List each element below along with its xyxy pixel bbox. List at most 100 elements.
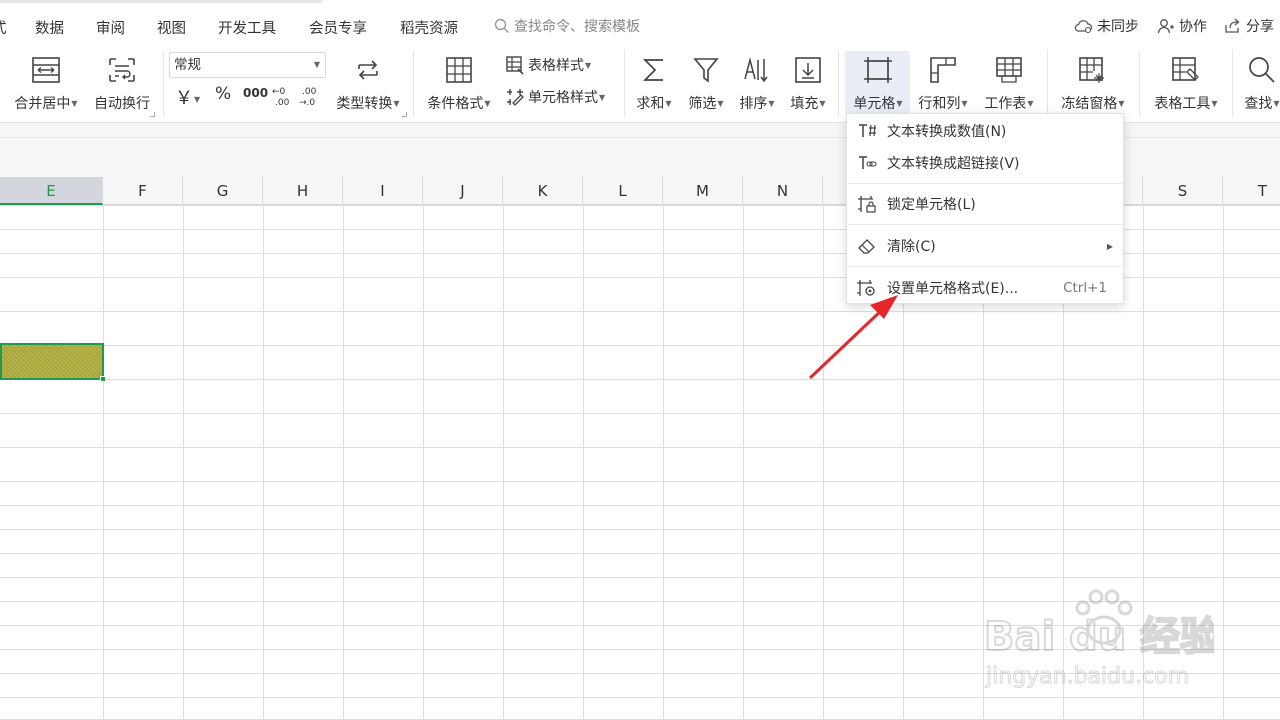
menu-item-clear[interactable]: 清除(C) ▶ <box>847 231 1123 261</box>
column-header[interactable]: G <box>183 177 263 205</box>
column-header[interactable]: E <box>0 177 103 205</box>
column-header[interactable]: H <box>263 177 343 205</box>
chevron-down-icon: ▼ <box>393 99 400 108</box>
collab-label: 协作 <box>1179 19 1207 35</box>
collab-button[interactable]: 协作 <box>1157 16 1207 36</box>
sum-button[interactable]: 求和▼ <box>632 52 676 113</box>
sigma-icon <box>642 59 663 81</box>
selected-cell[interactable] <box>0 343 104 380</box>
eraser-icon <box>858 239 875 254</box>
find-button[interactable]: 查找▼ <box>1240 52 1280 113</box>
ribbon-separator <box>838 50 839 116</box>
worksheet-label: 工作表 <box>984 96 1027 112</box>
ribbon-separator <box>163 50 164 116</box>
row-col-button[interactable]: 行和列▼ <box>914 52 972 113</box>
search-placeholder: 查找命令、搜索模板 <box>514 19 640 35</box>
freeze-icon <box>1079 57 1104 83</box>
merge-center-label: 合并居中 <box>14 96 71 112</box>
type-convert-label: 类型转换 <box>336 96 393 112</box>
decrease-decimal-icon[interactable]: .00→.0 <box>299 84 323 108</box>
menu-item-text-to-link[interactable]: 文本转换成超链接(V) <box>847 148 1123 178</box>
conditional-format-button[interactable]: 条件格式▼ <box>422 52 496 113</box>
chevron-down-icon: ▼ <box>194 95 201 104</box>
conditional-format-icon <box>446 57 472 83</box>
baidu-watermark: Bai du 经验 jingyan.baidu.com <box>983 580 1221 690</box>
cell-style-label: 单元格样式 <box>528 90 598 106</box>
cell-style-button[interactable]: 单元格样式 ▼ <box>505 87 605 107</box>
dialog-launcher-icon[interactable] <box>150 112 155 117</box>
share-button[interactable]: 分享 <box>1224 16 1274 36</box>
column-header[interactable]: J <box>423 177 503 205</box>
shortcut-label: Ctrl+1 <box>1063 280 1107 296</box>
menu-tab-docer[interactable]: 稻壳资源 <box>400 17 458 38</box>
text-to-number-icon <box>859 124 876 137</box>
column-gridline <box>663 205 664 720</box>
menu-tab-devtools[interactable]: 开发工具 <box>218 17 276 38</box>
merge-center-button[interactable]: 合并居中▼ <box>8 52 84 113</box>
row-gridline <box>0 505 1280 506</box>
menu-tab-member[interactable]: 会员专享 <box>309 17 367 38</box>
conditional-format-label: 条件格式 <box>427 96 484 112</box>
number-format-select[interactable]: 常规 ▼ <box>169 52 326 78</box>
thousands-button[interactable]: 000 <box>243 86 268 100</box>
merge-cells-icon <box>32 57 60 83</box>
sort-button[interactable]: 排序▼ <box>735 52 779 113</box>
table-style-button[interactable]: 表格样式 ▼ <box>505 55 591 75</box>
cell-dropdown-menu: 文本转换成数值(N) 文本转换成超链接(V) 锁定单元格(L) 清除(C) ▶ … <box>846 113 1124 304</box>
chevron-down-icon: ▼ <box>599 92 606 102</box>
column-header[interactable]: F <box>103 177 183 205</box>
sync-label: 未同步 <box>1097 19 1139 35</box>
column-header[interactable]: T <box>1223 177 1280 205</box>
freeze-panes-button[interactable]: 冻结窗格▼ <box>1056 52 1130 113</box>
row-gridline <box>0 379 1280 380</box>
sort-icon <box>744 57 768 83</box>
command-search[interactable]: 查找命令、搜索模板 <box>494 15 640 37</box>
fill-handle[interactable] <box>100 376 106 382</box>
column-header[interactable]: N <box>743 177 823 205</box>
row-gridline <box>0 345 1280 346</box>
ribbon-separator <box>1139 50 1140 116</box>
chevron-down-icon: ▼ <box>961 99 968 108</box>
chevron-down-icon: ▼ <box>768 99 775 108</box>
table-tools-icon <box>1172 57 1199 81</box>
type-convert-button[interactable]: 类型转换▼ <box>330 52 406 113</box>
fill-button[interactable]: 填充▼ <box>786 52 830 113</box>
menu-item-label: 文本转换成超链接(V) <box>887 156 1020 172</box>
search-icon <box>494 18 509 33</box>
user-add-icon <box>1157 19 1174 34</box>
dialog-launcher-icon[interactable] <box>402 112 407 117</box>
column-gridline <box>583 205 584 720</box>
column-header[interactable]: I <box>343 177 423 205</box>
column-header[interactable]: K <box>503 177 583 205</box>
wrap-text-icon <box>109 58 135 82</box>
percent-button[interactable]: % <box>215 84 231 104</box>
row-gridline <box>0 311 1280 312</box>
currency-button[interactable]: ￥▼ <box>175 84 200 110</box>
column-header[interactable]: M <box>663 177 743 205</box>
column-header[interactable]: L <box>583 177 663 205</box>
table-tools-label: 表格工具 <box>1154 96 1211 112</box>
increase-decimal-icon[interactable]: ←0.00 <box>270 84 294 108</box>
column-gridline <box>743 205 744 720</box>
convert-icon <box>358 60 378 80</box>
menu-tab-data[interactable]: 数据 <box>35 17 64 38</box>
filter-button[interactable]: 筛选▼ <box>684 52 728 113</box>
chevron-down-icon: ▼ <box>819 99 826 108</box>
chevron-down-icon: ▼ <box>313 60 320 69</box>
svg-text:←0: ←0 <box>272 87 286 97</box>
menu-item-lock-cell[interactable]: 锁定单元格(L) <box>847 189 1123 219</box>
sync-button[interactable]: 未同步 <box>1073 16 1139 36</box>
column-header[interactable]: S <box>1143 177 1223 205</box>
menu-tab-view[interactable]: 视图 <box>157 17 186 38</box>
menu-item-text-to-number[interactable]: 文本转换成数值(N) <box>847 116 1123 146</box>
table-tools-button[interactable]: 表格工具▼ <box>1148 52 1224 113</box>
row-col-label: 行和列 <box>918 96 961 112</box>
chevron-down-icon: ▼ <box>665 99 672 108</box>
chevron-down-icon: ▼ <box>71 99 78 108</box>
menu-bar: 式 数据 审阅 视图 开发工具 会员专享 稻壳资源 查找命令、搜索模板 未同步 … <box>0 0 1280 50</box>
worksheet-button[interactable]: 工作表▼ <box>980 52 1038 113</box>
cell-button[interactable]: 单元格▼ <box>846 52 910 113</box>
wrap-text-button[interactable]: 自动换行 <box>90 52 154 113</box>
menu-tab-review[interactable]: 审阅 <box>96 17 125 38</box>
menu-tab-partial[interactable]: 式 <box>0 17 7 38</box>
